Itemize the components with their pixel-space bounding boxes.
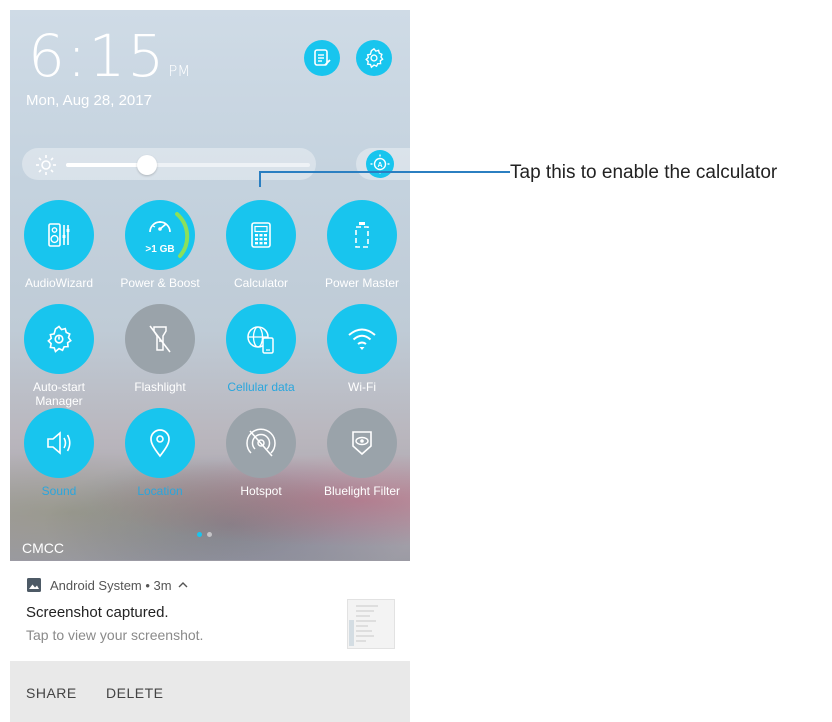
tile-toggle[interactable] [226, 408, 296, 478]
clock: 6:15 PM [28, 26, 190, 101]
gear-icon [365, 47, 384, 69]
phone-screen: 6:15 PM Mon, Aug 28, 2017 A AudioWizard >1… [10, 10, 410, 722]
tile-label: Power & Boost [120, 276, 200, 290]
clock-ampm: PM [168, 62, 191, 80]
tile-bluelight-filter[interactable]: Bluelight Filter [312, 408, 410, 498]
tile-toggle[interactable] [24, 408, 94, 478]
notification-title: Screenshot captured. [26, 604, 169, 621]
speaker-icon [43, 428, 75, 458]
notification-age: 3m [153, 577, 172, 593]
tile-power-boost[interactable]: >1 GB Power & Boost [110, 200, 210, 290]
gear-icon [44, 324, 74, 354]
auto-brightness-toggle[interactable]: A [356, 148, 410, 180]
carrier-label: CMCC [22, 540, 64, 556]
memory-ring [175, 212, 190, 258]
tile-toggle[interactable]: >1 GB [125, 200, 195, 270]
tile-label: Flashlight [134, 380, 186, 394]
share-button[interactable]: SHARE [26, 685, 77, 701]
tile-label: Sound [41, 484, 77, 498]
tile-sound[interactable]: Sound [10, 408, 109, 498]
notification-app: Android System [50, 577, 142, 593]
clock-time: 6:15 [28, 22, 167, 90]
tile-label: AudioWizard [24, 276, 94, 290]
cellular-data-icon [244, 322, 278, 356]
tile-label: Cellular data [227, 380, 295, 394]
tile-label: Power Master [324, 276, 400, 290]
settings-button[interactable] [356, 40, 392, 76]
screenshot-preview-image [349, 605, 378, 646]
audiowizard-icon [44, 220, 74, 250]
page-dot [207, 532, 212, 537]
notification-text: Tap to view your screenshot. [26, 627, 204, 643]
tile-toggle[interactable] [125, 304, 195, 374]
page-dot-active [197, 532, 202, 537]
notification-actions: SHARE DELETE [10, 661, 410, 722]
flashlight-off-icon [145, 322, 175, 356]
tile-cellular-data[interactable]: Cellular data [211, 304, 311, 394]
tile-auto-start-manager[interactable]: Auto-start Manager [10, 304, 109, 408]
tile-location[interactable]: Location [110, 408, 210, 498]
tile-wi-fi[interactable]: Wi-Fi [312, 304, 410, 394]
date: Mon, Aug 28, 2017 [26, 92, 152, 109]
notification-card[interactable]: Android System • 3m Screenshot captured.… [10, 561, 410, 722]
notification-header: Android System • 3m [26, 577, 188, 593]
chevron-up-icon[interactable] [178, 581, 188, 589]
tile-toggle[interactable] [24, 304, 94, 374]
image-icon [27, 578, 41, 592]
tile-calculator[interactable]: Calculator [211, 200, 311, 290]
brightness-track [66, 155, 310, 175]
battery-icon [349, 219, 375, 251]
tile-hotspot[interactable]: Hotspot [211, 408, 311, 498]
tile-label: Hotspot [240, 484, 282, 498]
tile-toggle[interactable] [125, 408, 195, 478]
callout-horizontal-line [259, 171, 510, 173]
wifi-icon [346, 325, 378, 353]
edit-list-icon [314, 49, 331, 66]
hotspot-off-icon [245, 427, 277, 459]
tile-power-master[interactable]: Power Master [312, 200, 410, 290]
callout-vertical-line [259, 171, 261, 187]
tile-toggle[interactable] [327, 200, 397, 270]
tile-toggle[interactable] [226, 200, 296, 270]
notification-separator: • [141, 577, 154, 593]
edit-quick-settings-button[interactable] [304, 40, 340, 76]
brightness-slider[interactable] [22, 148, 316, 180]
screenshot-thumbnail[interactable] [347, 599, 395, 649]
tile-flashlight[interactable]: Flashlight [110, 304, 210, 394]
delete-button[interactable]: DELETE [106, 685, 163, 701]
location-pin-icon [147, 427, 173, 459]
brightness-sun-icon [36, 155, 56, 175]
tile-label: Wi-Fi [348, 380, 376, 394]
tile-audiowizard[interactable]: AudioWizard [10, 200, 109, 290]
tile-toggle[interactable] [226, 304, 296, 374]
tile-label: Calculator [233, 276, 289, 290]
tile-label: Auto-start Manager [32, 380, 86, 408]
callout-text: Tap this to enable the calculator [510, 162, 778, 183]
brightness-fill [66, 163, 147, 167]
tile-label: Bluelight Filter [323, 484, 401, 498]
auto-brightness-button[interactable]: A [366, 150, 394, 178]
svg-text:A: A [377, 162, 382, 169]
bluelight-filter-icon [347, 427, 377, 459]
brightness-thumb[interactable] [136, 155, 157, 175]
page-indicator [197, 524, 217, 542]
tile-toggle[interactable] [327, 304, 397, 374]
tile-toggle[interactable] [24, 200, 94, 270]
calculator-icon [247, 220, 275, 250]
tile-label: Location [137, 484, 183, 498]
memory-badge: >1 GB [145, 244, 175, 255]
tile-toggle[interactable] [327, 408, 397, 478]
